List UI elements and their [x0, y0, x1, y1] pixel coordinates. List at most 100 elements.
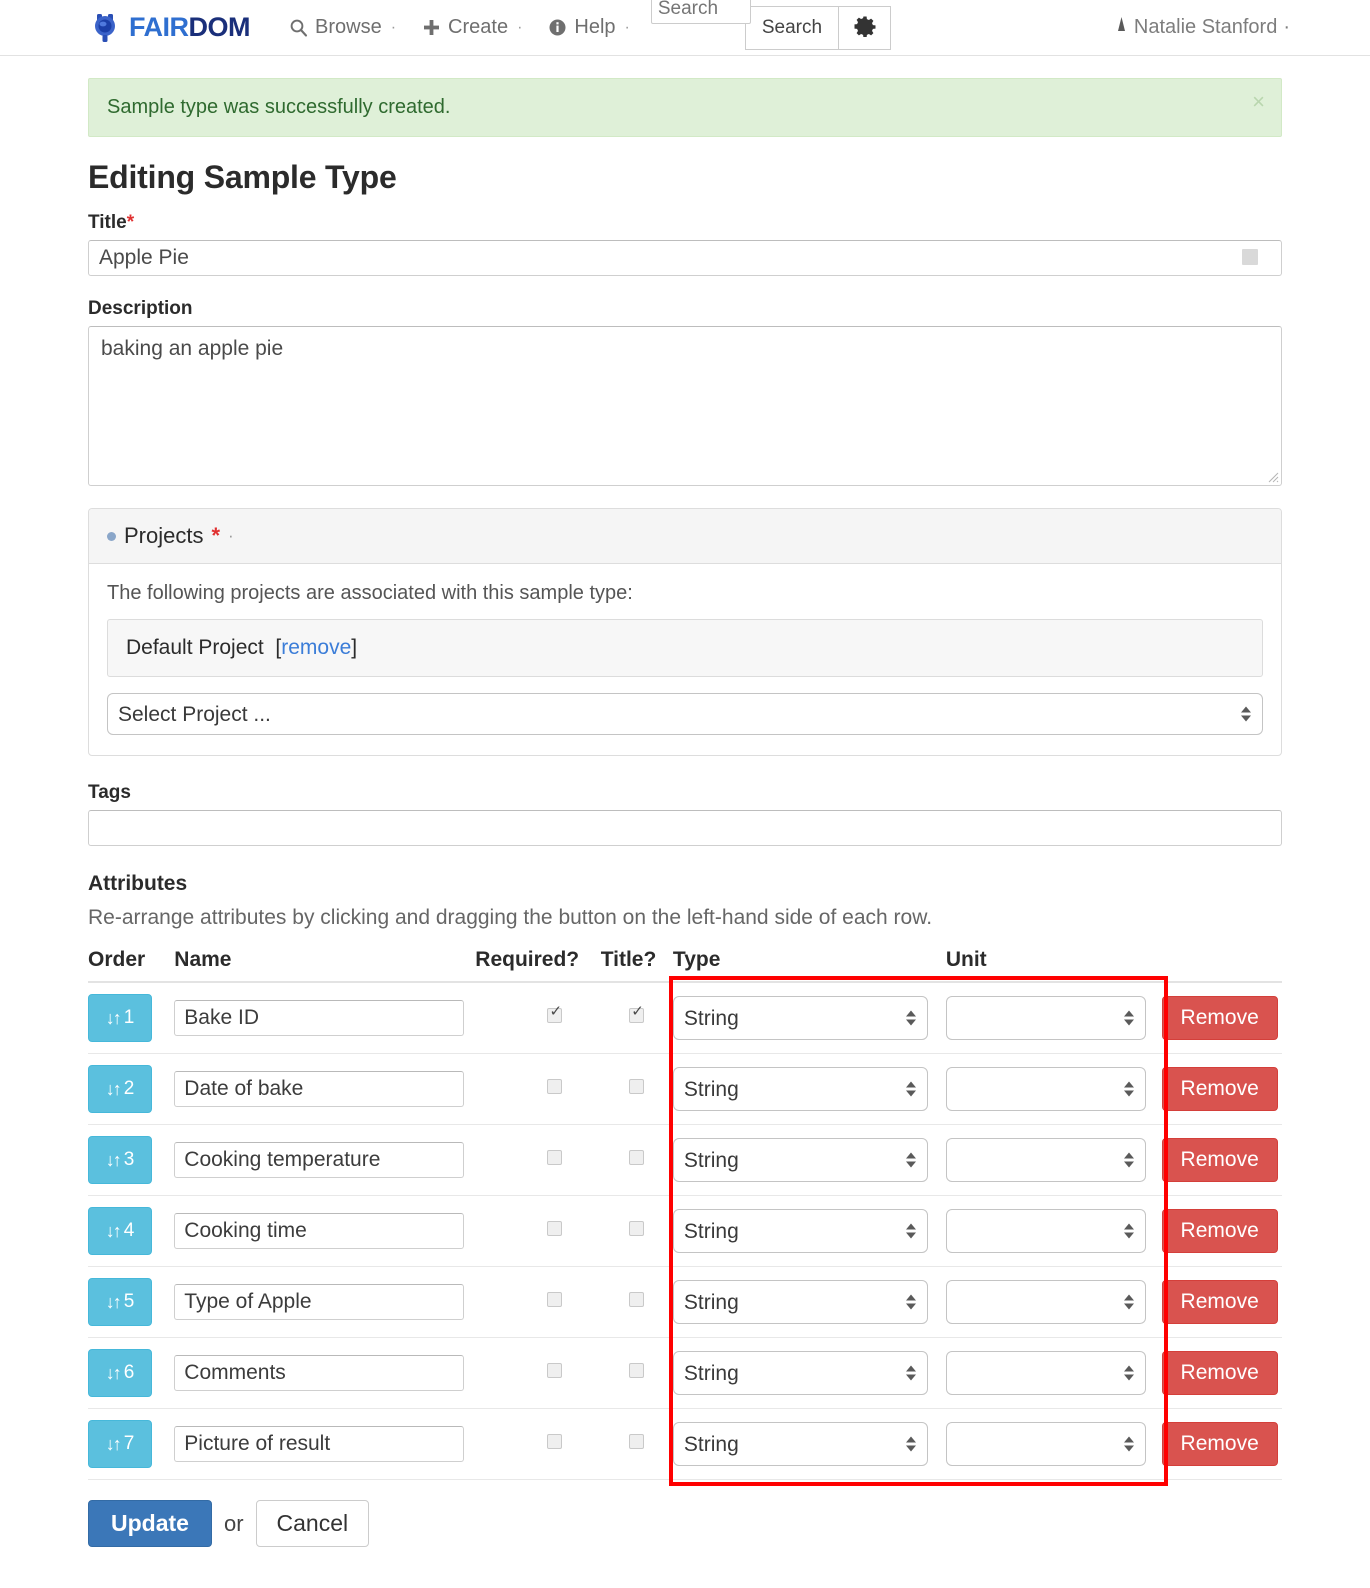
sort-updown-icon: ↓↑: [105, 1433, 122, 1454]
attribute-unit-dropdown[interactable]: [945, 1280, 1146, 1324]
remove-attribute-button[interactable]: Remove: [1161, 1351, 1278, 1395]
table-row: ↓↑3 String Remove: [88, 1124, 1282, 1196]
drag-order-handle[interactable]: ↓↑ 1: [88, 994, 152, 1042]
required-checkbox[interactable]: [547, 1004, 563, 1023]
cancel-button[interactable]: Cancel: [255, 1500, 370, 1547]
user-menu[interactable]: Natalie Stanford ·: [1115, 16, 1290, 39]
cell-order: ↓↑ 3: [88, 1124, 175, 1196]
remove-attribute-button[interactable]: Remove: [1161, 1138, 1278, 1182]
nav-browse[interactable]: Browse ·: [276, 16, 409, 39]
attribute-name-input[interactable]: [174, 1142, 465, 1178]
projects-panel-trailing-dots: ·: [228, 526, 234, 545]
required-checkbox[interactable]: [547, 1363, 563, 1378]
attribute-unit-dropdown[interactable]: [945, 1422, 1146, 1466]
description-field-label: Description: [88, 298, 193, 319]
search-settings-button[interactable]: [839, 5, 892, 50]
attribute-name-input[interactable]: [174, 1000, 465, 1036]
cell-required: [475, 1053, 601, 1125]
nav-create-label: Create: [448, 16, 509, 38]
cell-required: [475, 1266, 601, 1338]
attribute-type-dropdown[interactable]: String: [672, 1209, 928, 1253]
attributes-note: Re-arrange attributes by clicking and dr…: [88, 906, 933, 929]
associated-project-item: Default Project [remove]: [107, 619, 1263, 677]
attributes-table-head: Order Name Required? Title? Type Unit: [88, 948, 1282, 983]
drag-order-handle[interactable]: ↓↑ 2: [88, 1065, 152, 1113]
cell-name: [174, 1195, 476, 1267]
required-checkbox[interactable]: [547, 1292, 563, 1307]
attribute-type-dropdown[interactable]: String: [672, 1067, 928, 1111]
attribute-name-input[interactable]: [174, 1355, 465, 1391]
cell-unit: [945, 1195, 1162, 1267]
title-field-label: Title*: [88, 212, 1282, 234]
search-area: Search: [650, 0, 892, 50]
attribute-unit-dropdown[interactable]: [945, 1209, 1146, 1253]
nav-help[interactable]: Help ·: [535, 16, 642, 39]
cell-type: String: [672, 1266, 946, 1338]
cell-type: String: [672, 1337, 946, 1409]
title-field-widget-icon[interactable]: [1242, 249, 1258, 265]
title-checkbox[interactable]: [629, 1434, 645, 1449]
nav-create[interactable]: Create ·: [409, 16, 535, 39]
attribute-unit-dropdown[interactable]: [945, 1138, 1146, 1182]
required-checkbox[interactable]: [547, 1079, 563, 1094]
info-circle-icon: [548, 18, 567, 37]
attribute-type-dropdown[interactable]: String: [672, 996, 928, 1040]
title-checkbox[interactable]: [629, 1363, 645, 1378]
remove-attribute-button[interactable]: Remove: [1161, 996, 1278, 1040]
sort-updown-icon: ↓↑: [105, 1078, 122, 1099]
drag-order-handle[interactable]: ↓↑ 4: [88, 1207, 152, 1255]
cell-title: [600, 1124, 673, 1196]
remove-attribute-button[interactable]: Remove: [1161, 1067, 1278, 1111]
cell-type: String: [672, 1053, 946, 1125]
remove-project-link[interactable]: remove: [281, 636, 351, 659]
required-checkbox[interactable]: [547, 1221, 563, 1236]
brand-home-link[interactable]: FAIRDOM: [88, 11, 251, 45]
cell-name: [174, 1053, 476, 1125]
drag-order-handle[interactable]: ↓↑ 3: [88, 1136, 152, 1184]
col-header-required: Required?: [475, 948, 601, 983]
drag-order-handle[interactable]: ↓↑ 5: [88, 1278, 152, 1326]
close-icon[interactable]: ×: [1252, 91, 1265, 113]
description-textarea[interactable]: baking an apple pie: [88, 326, 1282, 486]
attribute-unit-dropdown[interactable]: [945, 1351, 1146, 1395]
attribute-name-input[interactable]: [174, 1213, 465, 1249]
attribute-unit-dropdown[interactable]: [945, 1067, 1146, 1111]
title-checkbox[interactable]: [629, 1079, 645, 1094]
search-input[interactable]: [650, 0, 751, 24]
attribute-type-dropdown[interactable]: String: [672, 1351, 928, 1395]
title-checkbox[interactable]: [629, 1221, 645, 1236]
title-checkbox[interactable]: [629, 1292, 645, 1307]
required-checkbox[interactable]: [547, 1150, 563, 1165]
attribute-type-dropdown[interactable]: String: [672, 1138, 928, 1182]
attribute-name-input[interactable]: [174, 1284, 465, 1320]
cell-order: ↓↑ 1: [88, 982, 175, 1054]
remove-attribute-button[interactable]: Remove: [1161, 1280, 1278, 1324]
remove-attribute-button[interactable]: Remove: [1161, 1209, 1278, 1253]
cell-order: ↓↑ 2: [88, 1053, 175, 1125]
cell-actions: Remove: [1161, 982, 1282, 1054]
remove-attribute-button[interactable]: Remove: [1161, 1422, 1278, 1466]
nav-help-caret: ·: [624, 18, 630, 36]
tags-input[interactable]: [88, 810, 1282, 846]
attribute-unit-dropdown[interactable]: [945, 996, 1146, 1040]
cell-name: [174, 1124, 476, 1196]
title-checkbox[interactable]: [629, 1150, 645, 1165]
attribute-type-dropdown[interactable]: String: [672, 1280, 928, 1324]
title-input[interactable]: [88, 240, 1282, 276]
attribute-name-input[interactable]: [174, 1426, 465, 1462]
cell-unit: [945, 1408, 1162, 1480]
cell-required: [475, 982, 601, 1054]
select-project-dropdown[interactable]: Select Project ...: [107, 693, 1263, 735]
attribute-type-dropdown[interactable]: String: [672, 1422, 928, 1466]
drag-order-handle[interactable]: ↓↑ 6: [88, 1349, 152, 1397]
title-checkbox[interactable]: [629, 1004, 645, 1023]
required-checkbox[interactable]: [547, 1434, 563, 1449]
update-button[interactable]: Update: [88, 1500, 212, 1547]
cell-order: ↓↑ 4: [88, 1195, 175, 1267]
title-required-star: *: [126, 212, 135, 233]
cell-required: [475, 1408, 601, 1480]
search-button[interactable]: Search: [744, 5, 840, 50]
drag-order-handle[interactable]: ↓↑ 7: [88, 1420, 152, 1468]
attribute-name-input[interactable]: [174, 1071, 465, 1107]
cell-required: [475, 1195, 601, 1267]
